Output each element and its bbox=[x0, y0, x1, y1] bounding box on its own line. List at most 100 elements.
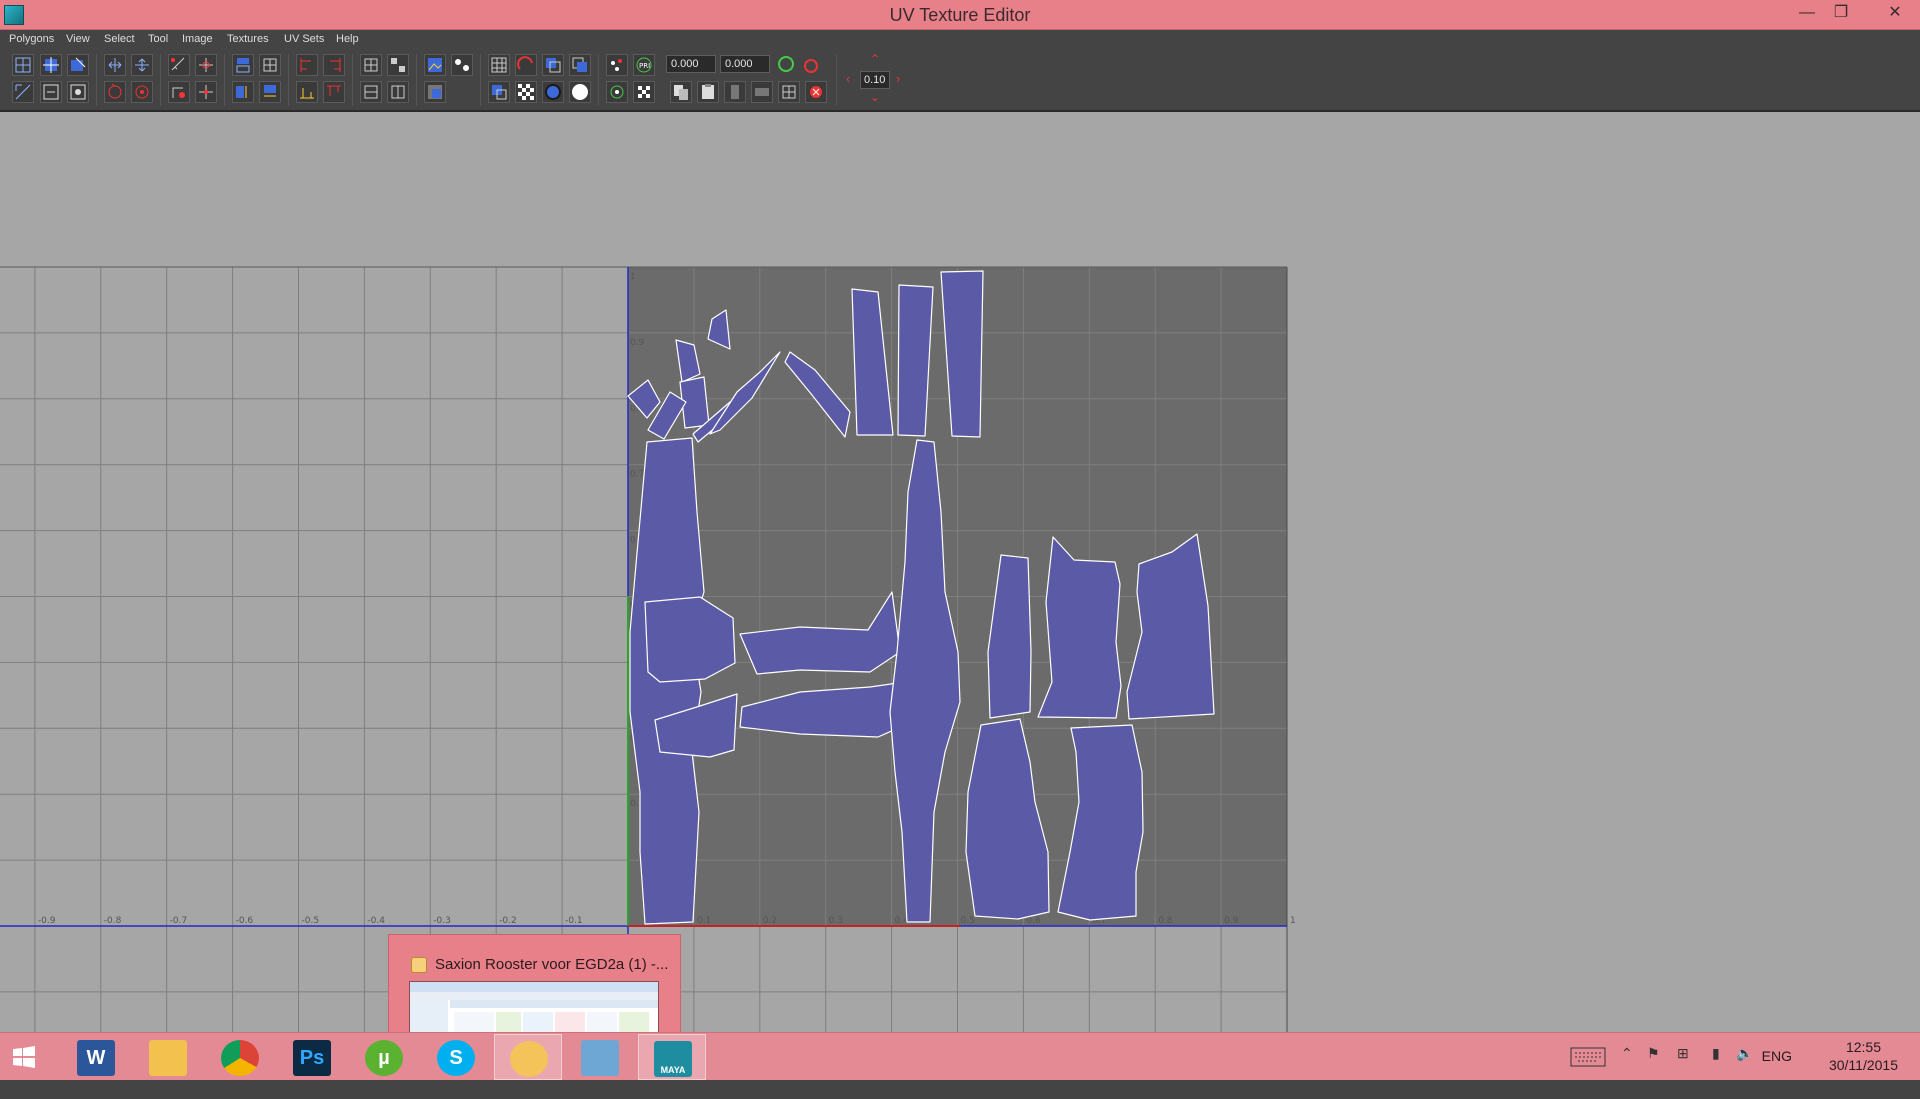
system-clock[interactable]: 12:55 30/11/2015 bbox=[1829, 1038, 1898, 1074]
menu-textures[interactable]: Textures bbox=[227, 33, 269, 45]
flip-u-icon[interactable] bbox=[104, 54, 126, 76]
taskbar-app-utorrent[interactable]: µ bbox=[350, 1034, 418, 1080]
uv-smudge-icon[interactable] bbox=[67, 54, 89, 76]
toggle-grid-icon[interactable] bbox=[488, 54, 510, 76]
select-uv-shell-icon[interactable] bbox=[360, 81, 382, 103]
taskbar-app-maya[interactable]: MAYA bbox=[638, 1034, 706, 1080]
outlook-clock-icon bbox=[510, 1041, 548, 1077]
show-hidden-icons-icon[interactable]: ⌃ bbox=[1621, 1045, 1633, 1062]
step-up-arrow-icon[interactable]: ⌃ bbox=[870, 52, 880, 66]
split-uvs-icon[interactable] bbox=[195, 54, 217, 76]
align-v-min-icon[interactable] bbox=[259, 81, 281, 103]
u-value-field[interactable] bbox=[666, 55, 716, 73]
uv-shell bbox=[1037, 536, 1122, 719]
texture-borders-icon[interactable] bbox=[569, 54, 591, 76]
u-axis-tick-label: 0.5 bbox=[961, 916, 975, 926]
menu-polygons[interactable]: Polygons bbox=[9, 33, 54, 45]
v-axis-tick-label: 1 bbox=[630, 272, 636, 282]
dim-image-icon[interactable] bbox=[424, 81, 446, 103]
uv-viewport[interactable]: -0.9 -0.8 -0.7 -0.6 -0.5 -0.4 -0.3 -0.2 -0.1 0.1 0… bbox=[0, 112, 1920, 1032]
u-axis-tick-label: -0.7 bbox=[170, 916, 188, 926]
taskbar-window-preview[interactable]: Saxion Rooster voor EGD2a (1) -... bbox=[388, 934, 681, 1032]
sew-uv-edges-icon[interactable] bbox=[168, 81, 190, 103]
menu-tool[interactable]: Tool bbox=[148, 33, 168, 45]
rotate-ccw-icon[interactable] bbox=[104, 81, 126, 103]
taskbar-app-outlook[interactable] bbox=[494, 1034, 562, 1080]
preview-thumbnail[interactable] bbox=[409, 981, 659, 1032]
uv-snapshot-icon[interactable] bbox=[606, 54, 628, 76]
alpha-channel-icon[interactable] bbox=[569, 81, 591, 103]
taskbar-app-skype[interactable]: S bbox=[422, 1034, 490, 1080]
rotate-cw-icon[interactable] bbox=[131, 81, 153, 103]
isolate-select-icon[interactable] bbox=[451, 54, 473, 76]
grid-uv-icon[interactable] bbox=[360, 54, 382, 76]
taskbar-app-chrome[interactable] bbox=[206, 1034, 274, 1080]
step-left-arrow-icon[interactable]: ‹ bbox=[846, 71, 850, 86]
step-size-field[interactable] bbox=[860, 71, 890, 89]
grab-uv-icon[interactable] bbox=[67, 81, 89, 103]
input-language-indicator[interactable]: ENG bbox=[1762, 1048, 1792, 1064]
pixel-snap-icon[interactable] bbox=[515, 54, 537, 76]
step-down-arrow-icon[interactable]: ⌄ bbox=[870, 90, 880, 104]
select-border-icon[interactable] bbox=[387, 81, 409, 103]
remote-desktop-icon bbox=[581, 1040, 619, 1076]
v-value-field[interactable] bbox=[720, 55, 770, 73]
paste-uvs-icon[interactable] bbox=[697, 81, 719, 103]
pin-uv-icon[interactable]: PRI bbox=[633, 54, 655, 76]
normalize-icon[interactable] bbox=[606, 81, 628, 103]
select-shortest-edge-icon[interactable] bbox=[12, 81, 34, 103]
menu-select[interactable]: Select bbox=[104, 33, 135, 45]
paste-u-icon[interactable] bbox=[724, 81, 746, 103]
align-left-icon[interactable] bbox=[296, 54, 318, 76]
u-axis-tick-label: 0.2 bbox=[763, 916, 777, 926]
unfold-icon[interactable] bbox=[232, 54, 254, 76]
tweak-uv-icon[interactable] bbox=[40, 81, 62, 103]
menu-help[interactable]: Help bbox=[336, 33, 359, 45]
battery-icon[interactable]: ▮ bbox=[1712, 1045, 1720, 1062]
checker-tile-icon[interactable] bbox=[633, 81, 655, 103]
cycle-uvs-icon[interactable] bbox=[778, 81, 800, 103]
windows-update-icon[interactable]: ⊞ bbox=[1677, 1045, 1689, 1062]
menu-view[interactable]: View bbox=[66, 33, 90, 45]
menu-image[interactable]: Image bbox=[182, 33, 213, 45]
move-uv-shell-icon[interactable] bbox=[40, 54, 62, 76]
align-bottom-icon[interactable] bbox=[296, 81, 318, 103]
image-display-icon[interactable] bbox=[424, 54, 446, 76]
windows-taskbar: W Ps µ S MAYA ⌃ ⚑ ⊞ ▮ 🔈 ENG 12:55 30/11/… bbox=[0, 1032, 1920, 1080]
cut-uv-edges-icon[interactable] bbox=[168, 54, 190, 76]
keyboard-icon[interactable] bbox=[1570, 1047, 1606, 1070]
u-axis-tick-label: -0.2 bbox=[499, 916, 517, 926]
layout-icon[interactable] bbox=[259, 54, 281, 76]
taskbar-app-word[interactable]: W bbox=[62, 1034, 130, 1080]
rgb-channels-icon[interactable] bbox=[542, 81, 564, 103]
start-button[interactable] bbox=[12, 1045, 36, 1069]
u-axis-tick-label: 0.8 bbox=[1158, 916, 1173, 926]
restore-button[interactable]: ❐ bbox=[1822, 0, 1860, 28]
snap-uv-icon[interactable] bbox=[387, 54, 409, 76]
menu-uv-sets[interactable]: UV Sets bbox=[284, 33, 324, 45]
paste-v-icon[interactable] bbox=[751, 81, 773, 103]
shade-uv-icon[interactable] bbox=[542, 54, 564, 76]
volume-muted-icon[interactable]: 🔈 bbox=[1736, 1045, 1753, 1062]
merge-uvs-icon[interactable] bbox=[195, 81, 217, 103]
align-top-icon[interactable] bbox=[323, 81, 345, 103]
taskbar-app-photoshop[interactable]: Ps bbox=[278, 1034, 346, 1080]
align-u-min-icon[interactable] bbox=[232, 81, 254, 103]
action-center-flag-icon[interactable]: ⚑ bbox=[1647, 1045, 1660, 1062]
copy-uvs-icon[interactable] bbox=[670, 81, 692, 103]
checker-map-icon[interactable] bbox=[515, 81, 537, 103]
relative-transform-icon[interactable] bbox=[801, 54, 823, 76]
step-right-arrow-icon[interactable]: › bbox=[896, 71, 900, 86]
u-axis-tick-label: -0.4 bbox=[367, 916, 385, 926]
minimize-button[interactable]: — bbox=[1788, 0, 1826, 28]
flip-v-icon[interactable] bbox=[131, 54, 153, 76]
uv-lattice-tool-icon[interactable] bbox=[12, 54, 34, 76]
taskbar-app-explorer[interactable] bbox=[134, 1034, 202, 1080]
uv-distortion-icon[interactable] bbox=[488, 81, 510, 103]
close-button[interactable]: ✕ bbox=[1870, 0, 1920, 28]
refresh-uv-values-icon[interactable] bbox=[776, 54, 798, 76]
u-axis-tick-label: 0.6 bbox=[1026, 916, 1041, 926]
align-right-icon[interactable] bbox=[323, 54, 345, 76]
delete-uvs-icon[interactable] bbox=[805, 81, 827, 103]
taskbar-app-remote-desktop[interactable] bbox=[566, 1034, 634, 1080]
